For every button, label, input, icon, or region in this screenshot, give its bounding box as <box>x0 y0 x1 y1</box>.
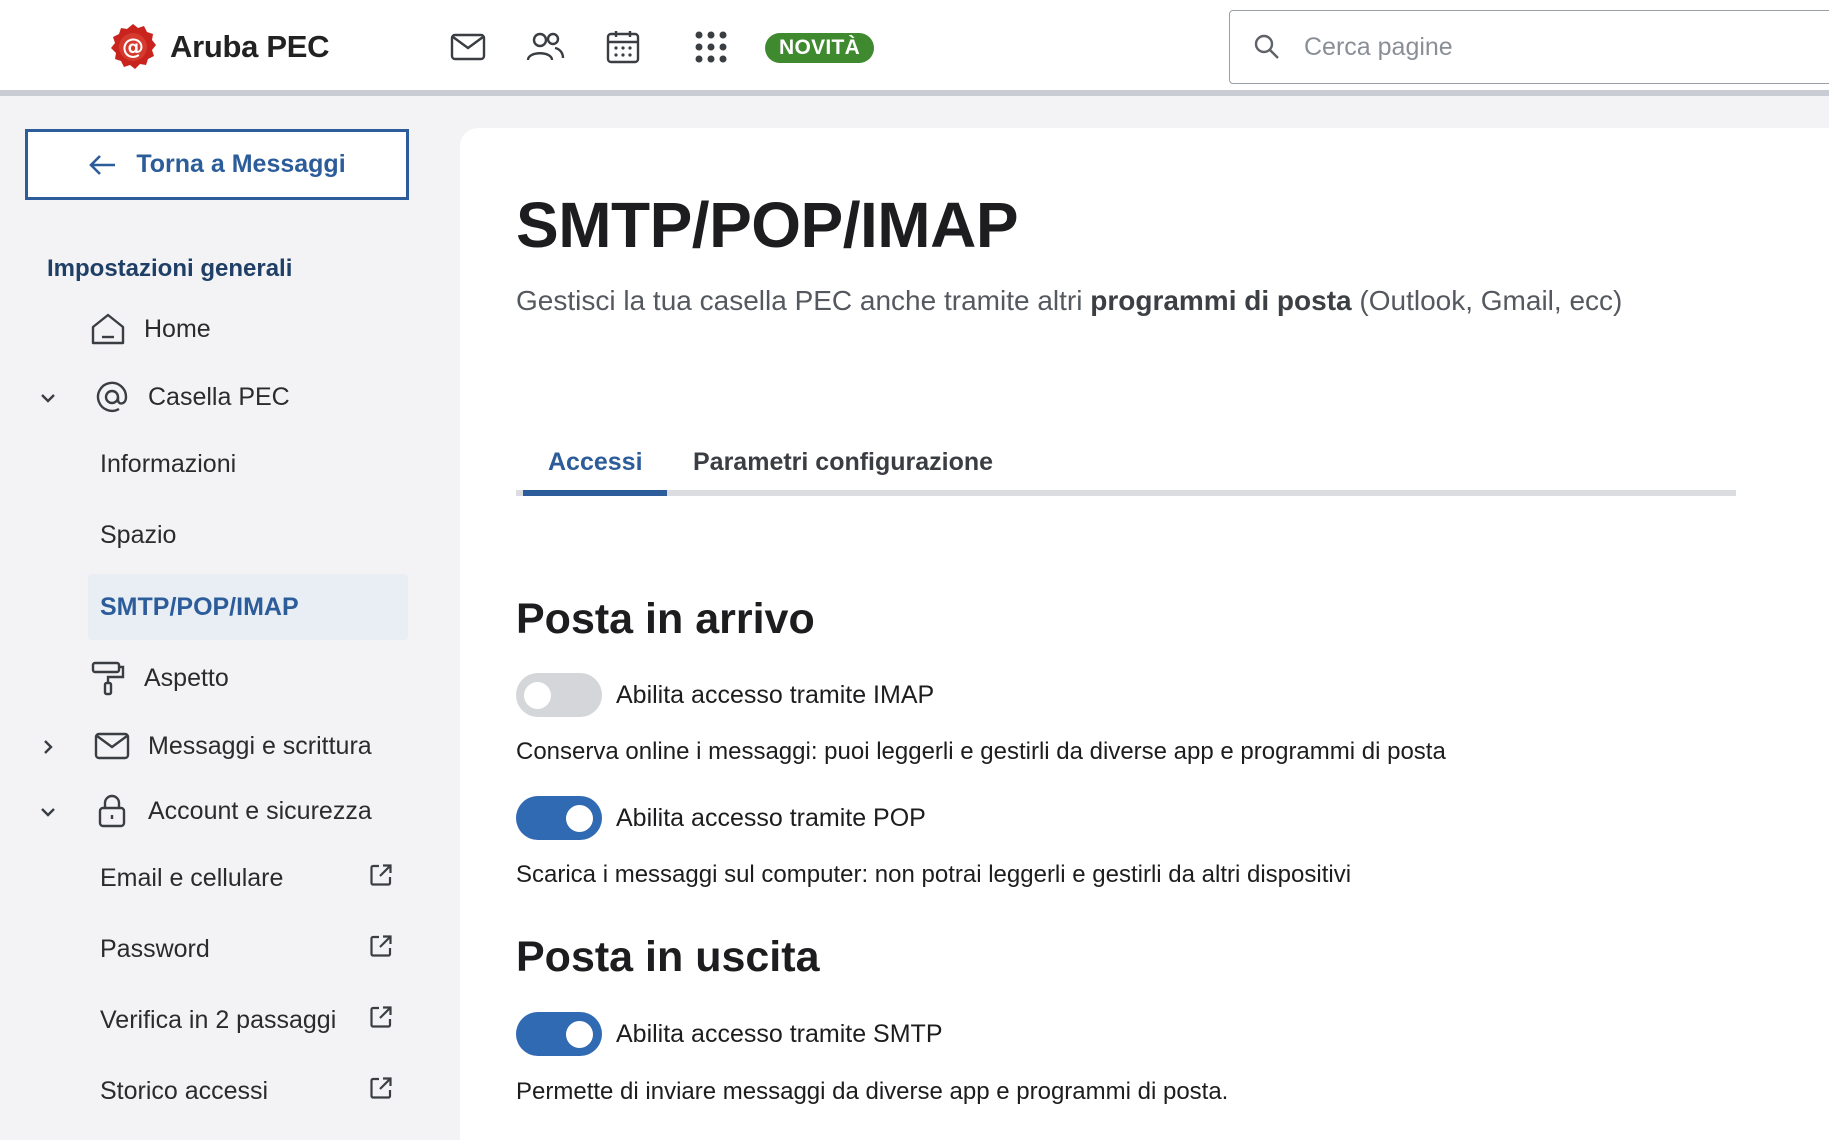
toggle-knob <box>566 805 593 832</box>
contacts-icon[interactable] <box>524 26 566 68</box>
at-icon <box>92 377 132 417</box>
sidebar-item-casella-pec[interactable]: Casella PEC <box>92 377 290 417</box>
sidebar-item-label: Account e sicurezza <box>148 796 372 825</box>
toggle-knob <box>524 682 551 709</box>
sidebar-item-account-sicurezza[interactable]: Account e sicurezza <box>92 791 372 831</box>
top-header: @ Aruba PEC NOVITÀ <box>0 0 1829 96</box>
search-icon <box>1254 34 1279 59</box>
imap-toggle-row: Abilita accesso tramite IMAP <box>516 673 934 717</box>
smtp-toggle-row: Abilita accesso tramite SMTP <box>516 1012 943 1056</box>
imap-description: Conserva online i messaggi: puoi leggerl… <box>516 738 1446 765</box>
subtitle-text: Gestisci la tua casella PEC anche tramit… <box>516 285 1091 316</box>
sidebar-item-spazio[interactable]: Spazio <box>88 505 408 565</box>
section-title: Impostazioni generali <box>47 255 293 282</box>
chevron-down-icon[interactable] <box>36 800 60 824</box>
pop-toggle[interactable] <box>516 796 602 840</box>
sidebar-item-label: Aspetto <box>144 663 229 692</box>
imap-toggle-label: Abilita accesso tramite IMAP <box>616 680 935 709</box>
sidebar-item-label: Informazioni <box>100 449 237 478</box>
brand-logo[interactable]: @ Aruba PEC <box>108 22 330 72</box>
active-tab-indicator <box>523 490 667 496</box>
sidebar-item-verifica-2-passaggi[interactable]: Verifica in 2 passaggi <box>88 990 408 1050</box>
novita-badge[interactable]: NOVITÀ <box>765 33 875 63</box>
tab-accessi[interactable]: Accessi <box>548 438 643 496</box>
arrow-left-icon <box>89 154 116 175</box>
sidebar-item-label: Home <box>144 314 211 343</box>
aruba-seal-icon: @ <box>111 24 156 69</box>
envelope-icon <box>92 726 132 766</box>
sidebar-item-label: Password <box>100 934 210 963</box>
sidebar-item-informazioni[interactable]: Informazioni <box>88 434 408 494</box>
sidebar-item-label: Storico accessi <box>100 1076 269 1105</box>
chevron-right-icon[interactable] <box>36 735 60 759</box>
sidebar-item-storico-accessi[interactable]: Storico accessi <box>88 1061 408 1121</box>
external-link-icon <box>368 862 394 895</box>
imap-toggle[interactable] <box>516 673 602 717</box>
sidebar-item-home[interactable]: Home <box>88 309 211 349</box>
lock-icon <box>92 791 132 831</box>
smtp-toggle[interactable] <box>516 1012 602 1056</box>
tab-parametri-configurazione[interactable]: Parametri configurazione <box>693 438 993 496</box>
svg-text:@: @ <box>122 35 144 60</box>
sidebar-item-aspetto[interactable]: Aspetto <box>88 658 229 698</box>
smtp-toggle-label: Abilita accesso tramite SMTP <box>616 1019 943 1048</box>
calendar-icon[interactable] <box>602 26 644 68</box>
external-link-icon <box>368 1075 394 1108</box>
page-title: SMTP/POP/IMAP <box>516 189 1019 261</box>
sidebar-item-label: Verifica in 2 passaggi <box>100 1005 337 1034</box>
sidebar-item-label: Spazio <box>100 520 177 549</box>
pop-description: Scarica i messaggi sul computer: non pot… <box>516 861 1352 888</box>
incoming-mail-heading: Posta in arrivo <box>516 595 815 643</box>
mail-icon[interactable] <box>447 26 489 68</box>
subtitle-bold: programmi di posta <box>1090 285 1352 316</box>
back-to-messages-button[interactable]: Torna a Messaggi <box>25 129 409 200</box>
settings-sidebar: Torna a Messaggi Impostazioni generali H… <box>0 102 440 1140</box>
home-icon <box>88 309 128 349</box>
sidebar-item-label: Email e cellulare <box>100 863 284 892</box>
back-button-label: Torna a Messaggi <box>136 150 346 178</box>
chevron-down-icon[interactable] <box>36 386 60 410</box>
sidebar-item-smtp-pop-imap[interactable]: SMTP/POP/IMAP <box>88 574 408 640</box>
sidebar-item-label: Casella PEC <box>148 382 290 411</box>
external-link-icon <box>368 1004 394 1037</box>
outgoing-mail-heading: Posta in uscita <box>516 933 820 981</box>
subtitle-text-end: (Outlook, Gmail, ecc) <box>1351 285 1623 316</box>
paint-roller-icon <box>88 658 128 698</box>
sidebar-item-password[interactable]: Password <box>88 919 408 979</box>
external-link-icon <box>368 933 394 966</box>
main-content-card: SMTP/POP/IMAP Gestisci la tua casella PE… <box>460 128 1829 1140</box>
pop-toggle-row: Abilita accesso tramite POP <box>516 796 926 840</box>
search-input[interactable] <box>1304 32 1824 62</box>
search-box[interactable] <box>1229 10 1829 84</box>
page-subtitle: Gestisci la tua casella PEC anche tramit… <box>516 285 1622 317</box>
tab-bar: Accessi Parametri configurazione <box>516 438 1736 496</box>
brand-name: Aruba PEC <box>170 29 330 64</box>
sidebar-item-email-cellulare[interactable]: Email e cellulare <box>88 848 408 908</box>
apps-grid-icon[interactable] <box>690 26 732 68</box>
sidebar-item-messaggi-scrittura[interactable]: Messaggi e scrittura <box>92 726 372 766</box>
pop-toggle-label: Abilita accesso tramite POP <box>616 803 926 832</box>
sidebar-item-label: SMTP/POP/IMAP <box>100 592 299 621</box>
smtp-description: Permette di inviare messaggi da diverse … <box>516 1078 1229 1105</box>
toggle-knob <box>566 1021 593 1048</box>
sidebar-item-label: Messaggi e scrittura <box>148 731 372 760</box>
